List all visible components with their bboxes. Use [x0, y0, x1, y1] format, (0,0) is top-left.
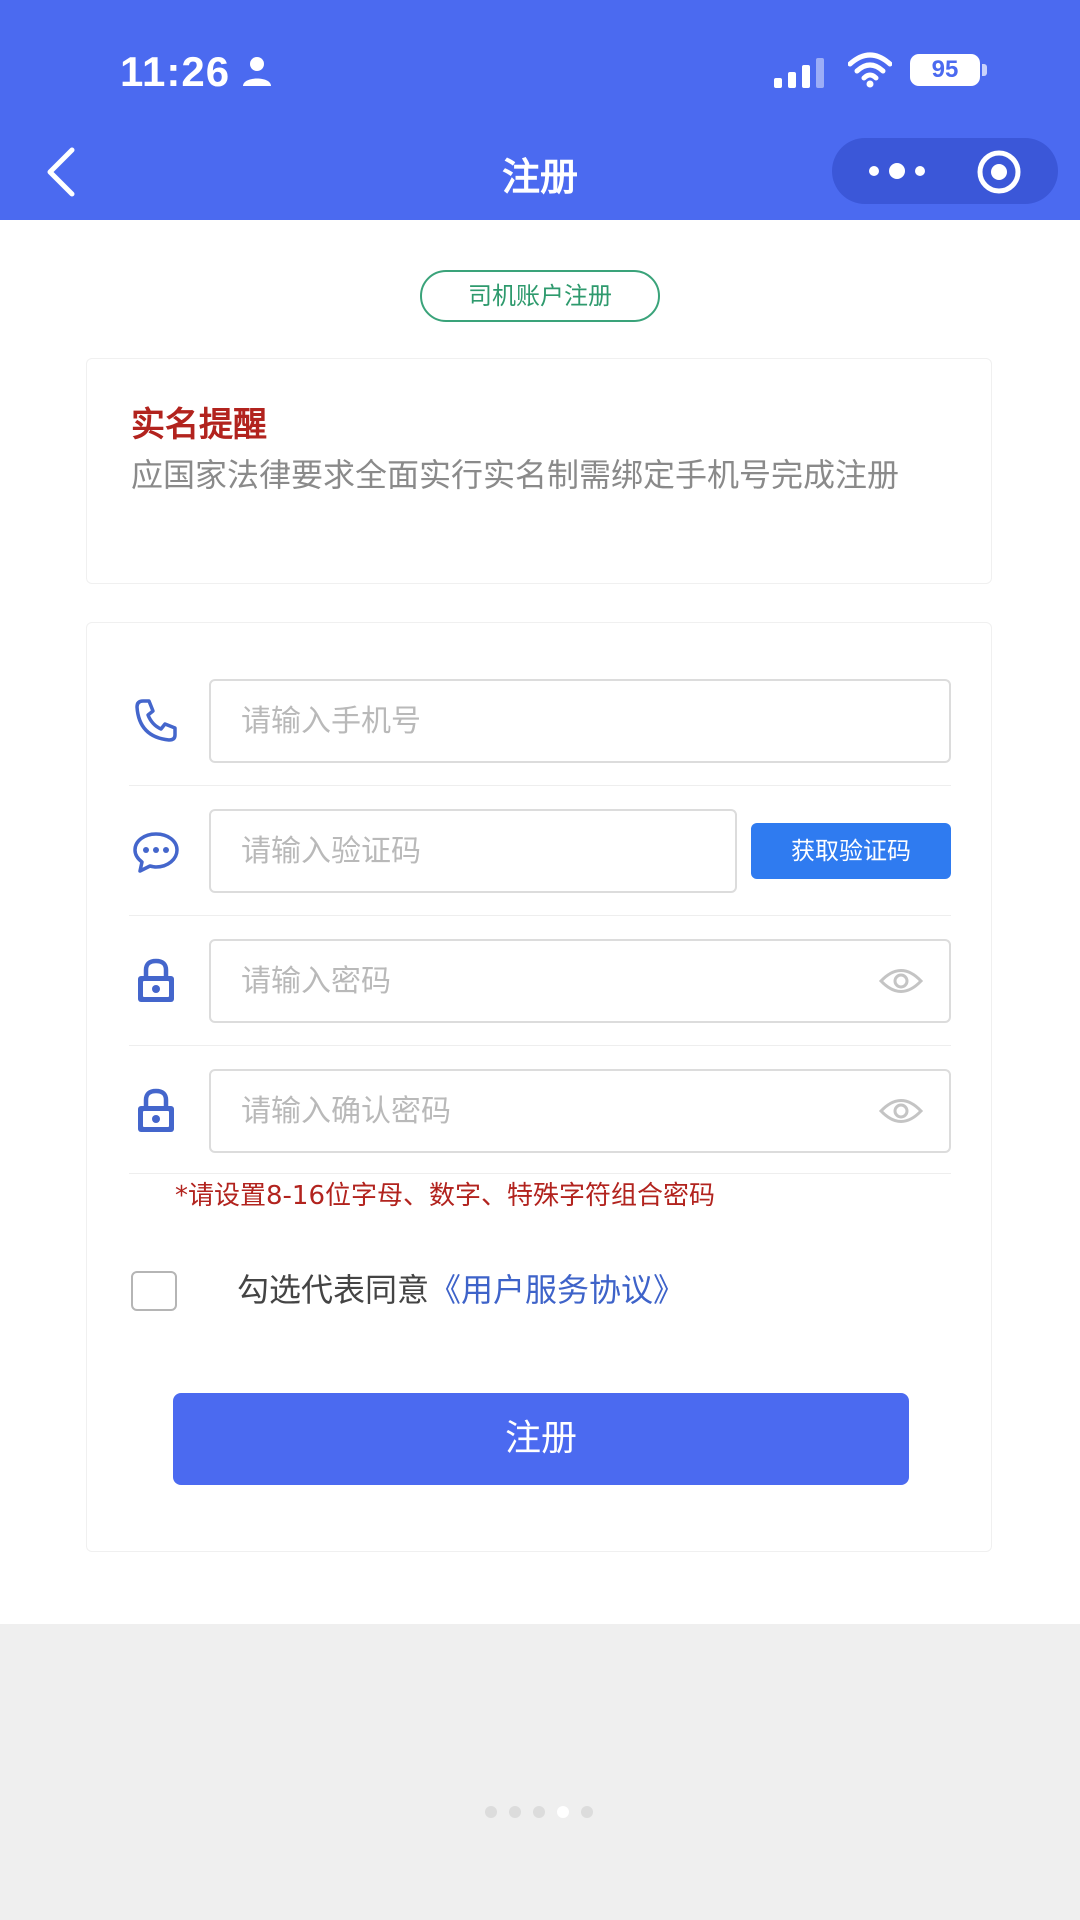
- divider: [129, 1045, 951, 1046]
- agreement-link[interactable]: 《用户服务协议》: [429, 1271, 685, 1309]
- agreement-text: 勾选代表同意《用户服务协议》: [237, 1265, 685, 1311]
- notice-body: 应国家法律要求全面实行实名制需绑定手机号完成注册: [131, 456, 900, 494]
- top-bar: 11:26 95 注册: [0, 0, 1080, 220]
- lock-icon: [138, 958, 174, 1002]
- confirm-password-input[interactable]: [209, 1069, 951, 1153]
- divider: [129, 1173, 951, 1174]
- pager-dot[interactable]: [533, 1806, 545, 1818]
- divider: [129, 785, 951, 786]
- eye-icon[interactable]: [879, 1096, 923, 1126]
- person-icon: [243, 57, 271, 86]
- bottom-banner: [0, 1624, 1080, 1920]
- account-type-tag: 司机账户注册: [420, 270, 660, 322]
- more-icon[interactable]: [862, 153, 932, 189]
- divider: [129, 915, 951, 916]
- register-screen: 11:26 95 注册 司机账户注册 实名提醒 应国家法律要求全面实行实名制需绑…: [0, 0, 1080, 1920]
- pager-dot[interactable]: [485, 1806, 497, 1818]
- lock-icon: [138, 1088, 174, 1132]
- code-input[interactable]: [209, 809, 737, 893]
- register-button[interactable]: 注册: [173, 1393, 909, 1485]
- get-code-button[interactable]: 获取验证码: [751, 823, 951, 879]
- agree-checkbox[interactable]: [131, 1271, 177, 1311]
- battery-indicator: 95: [910, 54, 980, 86]
- phone-input[interactable]: [209, 679, 951, 763]
- page-indicator: [485, 1806, 595, 1822]
- signal-icon: [774, 58, 824, 88]
- pager-dot[interactable]: [581, 1806, 593, 1818]
- eye-icon[interactable]: [879, 966, 923, 996]
- pager-dot[interactable]: [509, 1806, 521, 1818]
- close-capsule-icon[interactable]: [976, 149, 1022, 195]
- wifi-icon: [848, 52, 892, 88]
- mini-program-capsule: [832, 138, 1058, 204]
- pager-dot[interactable]: [557, 1806, 569, 1818]
- register-form: 获取验证码 *请设置8-16位字母、数字、特殊字符组合密码: [86, 622, 992, 1552]
- chat-icon: [133, 832, 179, 873]
- status-time: 11:26: [120, 48, 231, 95]
- phone-icon: [135, 699, 177, 742]
- battery-tip: [982, 64, 987, 76]
- password-hint: *请设置8-16位字母、数字、特殊字符组合密码: [175, 1181, 716, 1211]
- notice-title: 实名提醒: [131, 405, 267, 445]
- agree-label: 勾选代表同意: [237, 1271, 430, 1309]
- password-input[interactable]: [209, 939, 951, 1023]
- real-name-notice: 实名提醒 应国家法律要求全面实行实名制需绑定手机号完成注册: [86, 358, 992, 584]
